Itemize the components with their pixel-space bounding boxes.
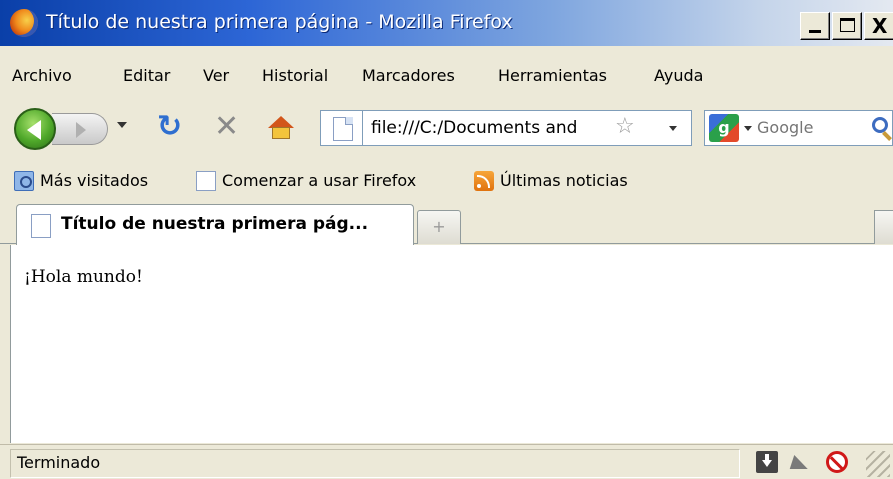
tab-strip: Título de nuestra primera pág... + bbox=[0, 200, 893, 245]
bookmark-label: Últimas noticias bbox=[500, 171, 628, 190]
navigation-toolbar: ↻ ✕ file:///C:/Documents and ☆ g bbox=[0, 100, 893, 156]
history-dropdown-icon[interactable] bbox=[117, 122, 127, 128]
firefox-logo-icon bbox=[10, 9, 38, 37]
page-icon bbox=[31, 214, 51, 238]
bookmark-label: Comenzar a usar Firefox bbox=[222, 171, 417, 190]
url-dropdown-icon[interactable] bbox=[669, 126, 677, 131]
engine-dropdown-icon[interactable] bbox=[744, 126, 752, 131]
page-icon bbox=[196, 171, 216, 191]
home-icon[interactable] bbox=[268, 116, 294, 140]
resize-grip-icon[interactable] bbox=[866, 451, 890, 477]
url-separator bbox=[362, 111, 363, 145]
stop-icon[interactable]: ✕ bbox=[214, 112, 239, 142]
menu-ver[interactable]: Ver bbox=[203, 66, 229, 85]
page-content: ¡Hola mundo! bbox=[10, 245, 893, 443]
bookmark-label: Más visitados bbox=[40, 171, 149, 190]
close-icon: X bbox=[872, 14, 888, 38]
url-text[interactable]: file:///C:/Documents and bbox=[371, 118, 577, 138]
home-body bbox=[272, 127, 290, 139]
block-icon[interactable] bbox=[826, 451, 848, 473]
close-button[interactable]: X bbox=[864, 12, 893, 40]
minimize-icon bbox=[809, 30, 821, 33]
maximize-icon bbox=[840, 18, 855, 32]
minimize-button[interactable] bbox=[800, 12, 830, 40]
page-body-text: ¡Hola mundo! bbox=[24, 267, 143, 287]
bookmark-mas-visitados[interactable]: Más visitados bbox=[14, 168, 184, 194]
bookmark-star-icon[interactable]: ☆ bbox=[615, 114, 635, 139]
status-text: Terminado bbox=[17, 453, 101, 472]
url-bar[interactable]: file:///C:/Documents and ☆ bbox=[320, 110, 692, 146]
menu-editar[interactable]: Editar bbox=[123, 66, 170, 85]
menu-herramientas[interactable]: Herramientas bbox=[498, 66, 607, 85]
menu-ayuda[interactable]: Ayuda bbox=[654, 66, 703, 85]
forward-arrow-icon bbox=[76, 122, 86, 138]
forward-button[interactable] bbox=[52, 113, 108, 145]
bookmarks-toolbar: Más visitados Comenzar a usar Firefox Úl… bbox=[0, 164, 893, 198]
menu-marcadores[interactable]: Marcadores bbox=[362, 66, 455, 85]
menu-historial[interactable]: Historial bbox=[262, 66, 328, 85]
tab-active[interactable]: Título de nuestra primera pág... bbox=[16, 204, 414, 245]
search-input[interactable] bbox=[757, 118, 867, 137]
shark-icon[interactable] bbox=[790, 451, 812, 473]
firefox-window: Título de nuestra primera página - Mozil… bbox=[0, 0, 893, 479]
menu-archivo[interactable]: Archivo bbox=[12, 66, 72, 85]
window-title: Título de nuestra primera página - Mozil… bbox=[46, 11, 513, 33]
download-icon[interactable] bbox=[756, 451, 778, 473]
maximize-button[interactable] bbox=[832, 12, 862, 40]
bookmark-ultimas-noticias[interactable]: Últimas noticias bbox=[474, 168, 664, 194]
menu-bar: Archivo Editar Ver Historial Marcadores … bbox=[0, 58, 893, 94]
tab-label: Título de nuestra primera pág... bbox=[61, 214, 369, 234]
smart-folder-icon bbox=[14, 171, 34, 191]
page-icon bbox=[333, 117, 353, 141]
back-button[interactable] bbox=[14, 108, 56, 150]
status-bar: Terminado bbox=[0, 444, 893, 479]
rss-icon bbox=[474, 171, 494, 191]
bookmark-comenzar-firefox[interactable]: Comenzar a usar Firefox bbox=[196, 168, 466, 194]
search-icon[interactable] bbox=[872, 117, 888, 133]
search-bar: g bbox=[704, 110, 893, 146]
plus-icon: + bbox=[432, 217, 446, 236]
reload-icon[interactable]: ↻ bbox=[157, 112, 182, 142]
tab-scroll-button[interactable] bbox=[874, 210, 893, 244]
status-panel: Terminado bbox=[10, 449, 740, 478]
new-tab-button[interactable]: + bbox=[417, 210, 461, 244]
back-arrow-icon bbox=[27, 120, 41, 140]
title-bar[interactable]: Título de nuestra primera página - Mozil… bbox=[0, 0, 893, 46]
google-engine-icon[interactable]: g bbox=[709, 114, 739, 142]
